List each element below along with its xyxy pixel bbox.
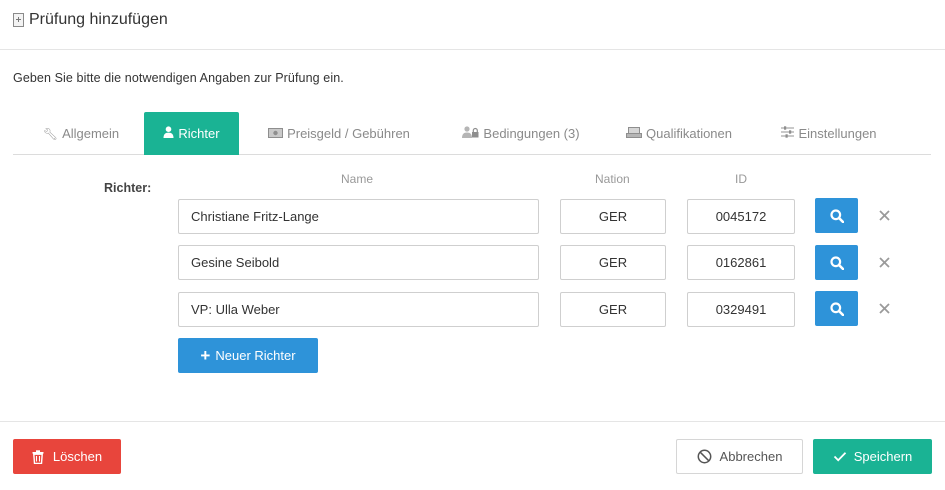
ban-icon xyxy=(697,449,711,464)
search-icon xyxy=(829,208,844,223)
cancel-label: Abbrechen xyxy=(719,449,783,464)
tab-label: Bedingungen (3) xyxy=(483,126,580,141)
search-icon xyxy=(829,255,844,270)
add-judge-label: Neuer Richter xyxy=(215,348,296,363)
judge-search-button[interactable] xyxy=(815,291,858,326)
tab-label: Preisgeld / Gebühren xyxy=(287,126,410,141)
judge-search-button[interactable] xyxy=(815,245,858,280)
save-label: Speichern xyxy=(853,449,913,464)
column-header-nation: Nation xyxy=(595,172,630,186)
certificate-icon xyxy=(626,126,642,141)
save-button[interactable]: Speichern xyxy=(813,439,932,474)
tab-allgemein[interactable]: 🔧︎ Allgemein xyxy=(29,112,133,155)
close-icon xyxy=(878,302,890,314)
wrench-icon: 🔧︎ xyxy=(42,126,59,141)
cancel-button[interactable]: Abbrechen xyxy=(676,439,803,474)
delete-label: Löschen xyxy=(52,449,103,464)
tab-label: Qualifikationen xyxy=(646,126,732,141)
judge-name-field[interactable]: Gesine Seibold xyxy=(178,245,539,280)
tab-bar: 🔧︎ Allgemein Richter Preisgeld / Gebühre… xyxy=(13,112,931,155)
trash-icon xyxy=(32,449,44,464)
judge-id-field[interactable]: 0045172 xyxy=(687,199,795,234)
sliders-icon xyxy=(781,126,795,141)
judges-label: Richter: xyxy=(104,181,152,195)
footer-divider xyxy=(0,421,945,422)
judge-id-field[interactable]: 0329491 xyxy=(687,292,795,327)
remove-judge-button[interactable] xyxy=(876,254,892,270)
tab-richter[interactable]: Richter xyxy=(144,112,239,155)
remove-judge-button[interactable] xyxy=(876,207,892,223)
dialog-title: Prüfung hinzufügen xyxy=(29,11,168,28)
tab-einstellungen[interactable]: Einstellungen xyxy=(769,112,889,155)
search-icon xyxy=(829,301,844,316)
tab-label: Allgemein xyxy=(62,126,120,141)
close-icon xyxy=(878,209,890,221)
judge-nation-field[interactable]: GER xyxy=(560,292,666,327)
judge-id-field[interactable]: 0162861 xyxy=(687,245,795,280)
user-lock-icon xyxy=(462,126,479,141)
user-icon xyxy=(163,126,174,141)
judge-nation-field[interactable]: GER xyxy=(560,199,666,234)
judge-name-field[interactable]: Christiane Fritz-Lange xyxy=(178,199,539,234)
tab-bedingungen[interactable]: Bedingungen (3) xyxy=(447,112,595,155)
dialog-header: Prüfung hinzufügen xyxy=(0,0,945,50)
tab-qualifikationen[interactable]: Qualifikationen xyxy=(613,112,745,155)
column-header-name: Name xyxy=(341,172,374,186)
tab-label: Richter xyxy=(178,126,220,141)
tab-preisgeld[interactable]: Preisgeld / Gebühren xyxy=(253,112,425,155)
add-exam-dialog: Prüfung hinzufügen Geben Sie bitte die n… xyxy=(0,0,945,490)
tab-label: Einstellungen xyxy=(798,126,877,141)
plus-icon: + xyxy=(200,346,211,365)
remove-judge-button[interactable] xyxy=(876,300,892,316)
judge-name-field[interactable]: VP: Ulla Weber xyxy=(178,292,539,327)
close-icon xyxy=(878,256,890,268)
column-header-id: ID xyxy=(735,172,747,186)
judge-nation-field[interactable]: GER xyxy=(560,245,666,280)
check-icon xyxy=(833,452,846,462)
money-icon xyxy=(268,127,284,141)
add-judge-button[interactable]: + Neuer Richter xyxy=(178,338,318,373)
intro-text: Geben Sie bitte die notwendigen Angaben … xyxy=(13,71,344,85)
judge-search-button[interactable] xyxy=(815,198,858,233)
delete-button[interactable]: Löschen xyxy=(13,439,121,474)
document-add-icon xyxy=(13,13,24,27)
